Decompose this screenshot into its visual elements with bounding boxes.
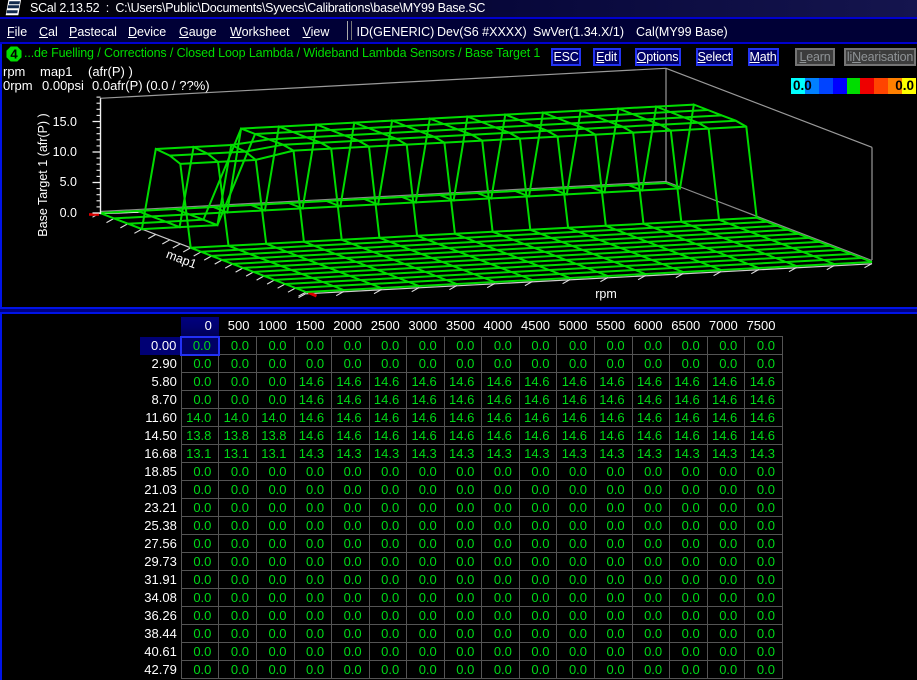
svg-text:map1: map1 [164, 247, 198, 271]
svg-text:rpm: rpm [595, 287, 617, 301]
svg-text:4: 4 [10, 46, 18, 61]
svg-text:10.0: 10.0 [53, 145, 77, 159]
svg-text:5.0: 5.0 [60, 175, 77, 189]
svg-text:Base Target 1 (afr(P) ): Base Target 1 (afr(P) ) [36, 113, 50, 236]
svg-text:15.0: 15.0 [53, 115, 77, 129]
svg-text:0.0: 0.0 [60, 206, 77, 220]
